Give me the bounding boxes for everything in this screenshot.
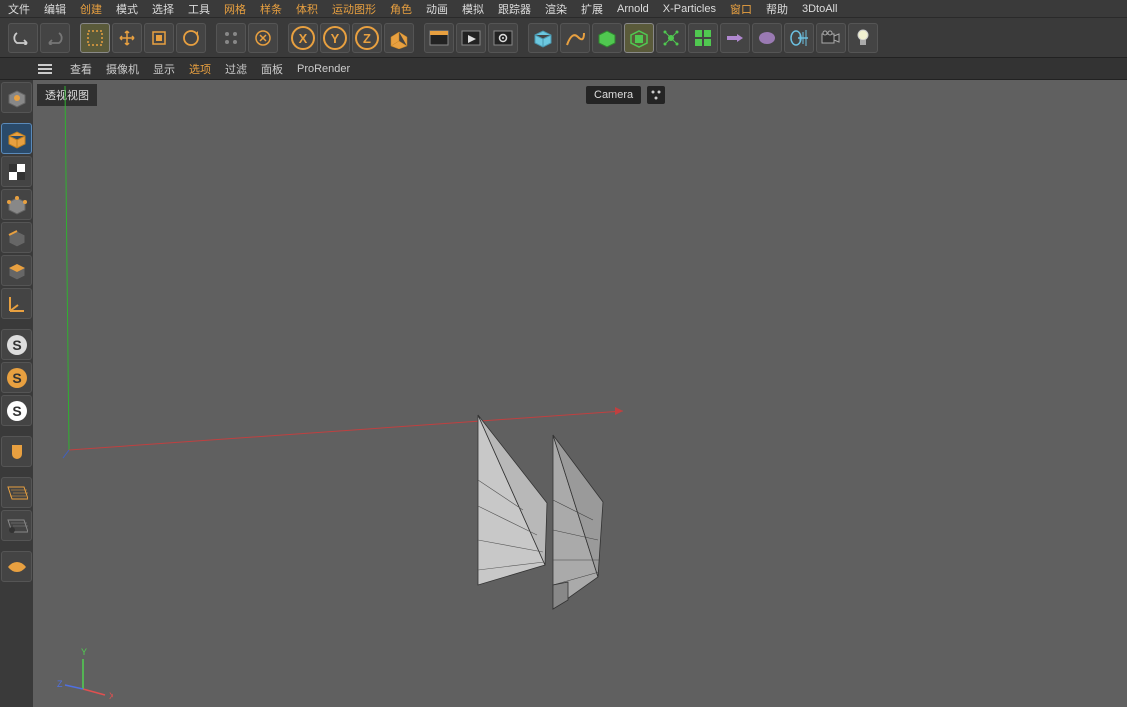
vp-options[interactable]: 选项	[189, 61, 211, 77]
menu-render[interactable]: 渲染	[545, 1, 567, 17]
viewport-menu-bar: 查看 摄像机 显示 选项 过滤 面板 ProRender	[0, 58, 1127, 80]
vp-filter[interactable]: 过滤	[225, 61, 247, 77]
main-toolbar: X Y Z	[0, 18, 1127, 58]
menu-character[interactable]: 角色	[390, 1, 412, 17]
undo-button[interactable]	[8, 23, 38, 53]
cloner[interactable]	[688, 23, 718, 53]
menu-tracker[interactable]: 跟踪器	[498, 1, 531, 17]
vp-prorender[interactable]: ProRender	[297, 63, 350, 75]
axis-y[interactable]: Y	[320, 23, 350, 53]
menu-mesh[interactable]: 网格	[224, 1, 246, 17]
menu-spline[interactable]: 样条	[260, 1, 282, 17]
move-tool[interactable]	[112, 23, 142, 53]
menu-window[interactable]: 窗口	[730, 1, 752, 17]
viewport-menu-icon[interactable]	[38, 64, 52, 74]
volume[interactable]	[752, 23, 782, 53]
tag[interactable]	[720, 23, 750, 53]
axis-z[interactable]: Z	[352, 23, 382, 53]
vp-panel[interactable]: 面板	[261, 61, 283, 77]
render-pv[interactable]	[456, 23, 486, 53]
snap-s3[interactable]: S	[1, 395, 32, 426]
field[interactable]	[656, 23, 686, 53]
menu-mode[interactable]: 模式	[116, 1, 138, 17]
vp-display[interactable]: 显示	[153, 61, 175, 77]
deformer[interactable]	[624, 23, 654, 53]
render-view[interactable]	[424, 23, 454, 53]
recent-tool[interactable]	[216, 23, 246, 53]
axis-z-label: Z	[57, 679, 63, 689]
coord-system[interactable]	[384, 23, 414, 53]
spline-primitive[interactable]	[560, 23, 590, 53]
point-mode[interactable]	[1, 189, 32, 220]
menu-xparticles[interactable]: X-Particles	[663, 3, 716, 15]
scale-tool[interactable]	[144, 23, 174, 53]
svg-text:Y: Y	[331, 31, 340, 46]
cube-primitive[interactable]	[528, 23, 558, 53]
svg-text:S: S	[12, 403, 21, 419]
snap-s1[interactable]: S	[1, 329, 32, 360]
menu-edit[interactable]: 编辑	[44, 1, 66, 17]
camera-tool[interactable]	[784, 23, 814, 53]
menu-tools[interactable]: 工具	[188, 1, 210, 17]
svg-text:X: X	[299, 31, 308, 46]
axis-x[interactable]: X	[288, 23, 318, 53]
light-obj[interactable]	[848, 23, 878, 53]
axis-gizmo[interactable]: X Y Z	[53, 645, 113, 705]
select-tool[interactable]	[80, 23, 110, 53]
camera-obj[interactable]	[816, 23, 846, 53]
magnet-snap[interactable]	[1, 436, 32, 467]
axis-mode[interactable]	[1, 288, 32, 319]
svg-text:Z: Z	[363, 31, 371, 46]
menu-arnold[interactable]: Arnold	[617, 3, 649, 15]
vp-camera[interactable]: 摄像机	[106, 61, 139, 77]
texture-mode[interactable]	[1, 156, 32, 187]
scene-canvas	[33, 80, 1127, 707]
menu-help[interactable]: 帮助	[766, 1, 788, 17]
mode-sidebar: S S S	[0, 80, 33, 707]
render-settings[interactable]	[488, 23, 518, 53]
menu-volume[interactable]: 体积	[296, 1, 318, 17]
svg-text:S: S	[12, 370, 21, 386]
menu-select[interactable]: 选择	[152, 1, 174, 17]
axis-x-label: X	[109, 691, 113, 701]
redo-button[interactable]	[40, 23, 70, 53]
menu-mograph[interactable]: 运动图形	[332, 1, 376, 17]
model-mode[interactable]	[1, 123, 32, 154]
viewport-solo[interactable]	[1, 551, 32, 582]
menu-file[interactable]: 文件	[8, 1, 30, 17]
workplane-1[interactable]	[1, 477, 32, 508]
vp-view[interactable]: 查看	[70, 61, 92, 77]
polygon-mode[interactable]	[1, 255, 32, 286]
menu-simulation[interactable]: 模拟	[462, 1, 484, 17]
menu-animation[interactable]: 动画	[426, 1, 448, 17]
rotate-tool[interactable]	[176, 23, 206, 53]
edge-mode[interactable]	[1, 222, 32, 253]
axis-y-label: Y	[81, 647, 87, 657]
svg-text:S: S	[12, 337, 21, 353]
menu-extensions[interactable]: 扩展	[581, 1, 603, 17]
menu-3dtoall[interactable]: 3DtoAll	[802, 3, 837, 15]
snap-s2[interactable]: S	[1, 362, 32, 393]
main-menu-bar: 文件 编辑 创建 模式 选择 工具 网格 样条 体积 运动图形 角色 动画 模拟…	[0, 0, 1127, 18]
workplane-2[interactable]	[1, 510, 32, 541]
make-editable[interactable]	[1, 82, 32, 113]
perspective-viewport[interactable]: 透视视图 Camera	[33, 80, 1127, 707]
generator[interactable]	[592, 23, 622, 53]
axis-lock[interactable]	[248, 23, 278, 53]
menu-create[interactable]: 创建	[80, 1, 102, 17]
